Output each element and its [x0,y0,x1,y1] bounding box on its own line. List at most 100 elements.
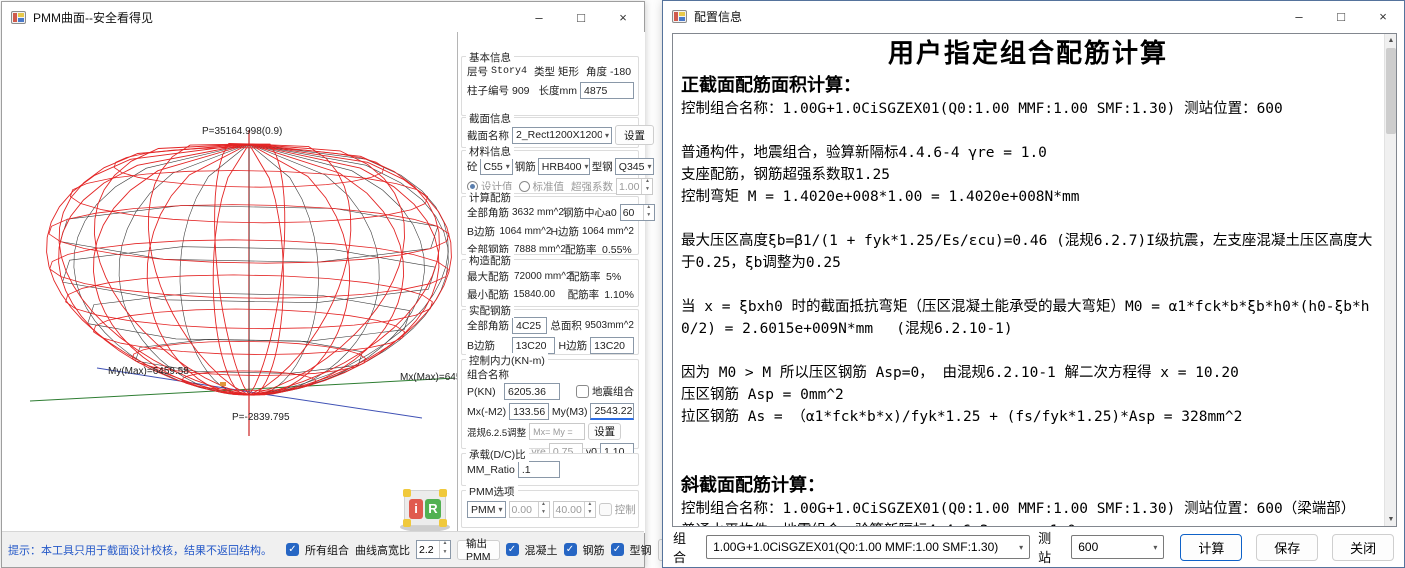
mm-ratio-label: MM_Ratio [467,464,515,476]
scroll-down-icon[interactable]: ▼ [1385,513,1397,526]
p-max-label: P=35164.998(0.9) [202,126,282,137]
p-kn-label: P(KN) [467,386,501,398]
calc-h-value: 1064 mm^2 [582,226,634,237]
concrete-checkbox[interactable]: ✓ [506,543,519,556]
shape-steel-combobox[interactable]: Q345▾ [615,158,655,175]
steel-checkbox[interactable]: ✓ [611,543,624,556]
total-area-label: 总面积 [550,318,582,333]
spinner-arrows-icon[interactable]: ▲▼ [643,205,654,220]
code-adjust-input[interactable]: Mx= My = [529,423,585,440]
report-line: 斜截面配筋计算： [681,472,1375,498]
group-title: 材料信息 [466,144,514,159]
vertical-scrollbar[interactable]: ▲ ▼ [1384,34,1396,526]
mx-input[interactable]: 133.56 [509,403,549,420]
concrete-combobox[interactable]: C55▾ [480,158,513,175]
seismic-combo-checkbox[interactable] [576,385,589,398]
total-area-value: 9503mm^2 [585,320,634,331]
code-adjust-label: 混规6.2.5调整 [467,425,526,439]
section-settings-button[interactable]: 设置 [615,125,654,145]
minimize-icon[interactable]: – [518,2,560,32]
actual-corner-input[interactable]: 4C25 [512,317,547,334]
chevron-down-icon: ▾ [584,162,588,171]
config-info-window: 配置信息 – □ × 用户指定组合配筋计算正截面配筋面积计算：控制组合名称：1.… [662,0,1405,568]
report-line: 因为 M0 > M 所以压区钢筋 Asp=0， 由混规6.2.10-1 解二次方… [681,362,1375,384]
min-rebar-value: 15840.00 [513,289,564,300]
aspect-ratio-label: 曲线高宽比 [355,542,410,558]
section-name-combobox[interactable]: 2_Rect1200X1200_C ▾ [512,127,612,144]
maximize-icon[interactable]: □ [560,2,602,32]
origin-marker [220,382,226,386]
report-line [681,120,1375,142]
report-text-area[interactable]: 用户指定组合配筋计算正截面配筋面积计算：控制组合名称：1.00G+1.0CiSG… [672,33,1397,527]
mm-ratio-input[interactable]: .1 [518,461,560,478]
actual-h-input[interactable]: 13C20 [590,337,634,354]
overstrength-spinner[interactable]: 1.00 ▲▼ [616,178,653,195]
p-kn-input[interactable]: 6205.36 [504,383,560,400]
minimize-icon[interactable]: – [1278,1,1320,31]
shape-steel-label: 型钢 [592,159,613,174]
calc-h-label: H边筋 [550,224,579,239]
concrete-label: 混凝土 [525,542,558,558]
column-id-value: 909 [512,85,530,97]
close-button[interactable]: 关闭 [1332,534,1394,561]
my-max-label: My(Max)=6459.58 [108,366,189,377]
rebar-center-spinner[interactable]: 60 ▲▼ [620,204,655,221]
angle-value: -180 [610,66,631,78]
report-line: 压区钢筋 Asp = 0mm^2 [681,384,1375,406]
right-title-bar[interactable]: 配置信息 – □ × [663,1,1404,31]
concrete-label: 砼 [467,159,478,174]
settings-panel: 基本信息 层号 Story4 类型 矩形 角度 -180 柱子编号 909 长度… [458,32,645,533]
maximize-icon[interactable]: □ [1320,1,1362,31]
scroll-up-icon[interactable]: ▲ [1385,34,1397,47]
report-line: 普通水平构件，地震组合，验算新隔标4.4.6-2 γre = 1.0 [681,520,1375,527]
story-value: Story4 [491,66,527,77]
mx-label: Mx(-M2) [467,406,506,418]
close-icon[interactable]: × [1362,1,1404,31]
save-button[interactable]: 保存 [1256,534,1318,561]
rebar-label: 钢筋 [583,542,605,558]
report-line [681,208,1375,230]
spinner-arrows-icon[interactable]: ▲▼ [538,502,549,517]
spinner-arrows-icon[interactable]: ▲▼ [584,502,595,517]
steel-label: 型钢 [630,542,652,558]
rebar-combobox[interactable]: HRB400▾ [538,158,590,175]
right-footer-bar: 组合 1.00G+1.0CiSGZEX01(Q0:1.00 MMF:1.00 S… [663,527,1404,567]
calculate-button[interactable]: 计算 [1180,534,1242,561]
all-combos-checkbox[interactable]: ✓ [286,543,299,556]
report-line: 控制组合名称：1.00G+1.0CiSGZEX01(Q0:1.00 MMF:1.… [681,98,1375,120]
rebar-checkbox[interactable]: ✓ [564,543,577,556]
my-input[interactable]: 2543.22 [590,403,634,420]
aspect-ratio-spinner[interactable]: 2.2 ▲▼ [416,540,451,559]
pmm-angle-spinner[interactable]: 0.00 ▲▼ [509,501,550,518]
actual-b-input[interactable]: 13C20 [512,337,556,354]
station-combobox[interactable]: 600 ▾ [1071,535,1164,559]
calc-b-label: B边筋 [467,224,496,239]
chevron-down-icon: ▾ [605,131,609,140]
left-status-bar: 提示：本工具只用于截面设计校核，结果不返回结构。 ✓ 所有组合 曲线高宽比 2.… [2,531,644,567]
group-title: PMM选项 [466,484,518,499]
left-title-bar[interactable]: PMM曲面--安全看得见 – □ × [2,2,644,32]
scrollbar-thumb[interactable] [1386,48,1396,134]
pmm-control-checkbox[interactable] [599,503,612,516]
p-min-label: P=-2839.795 [232,412,290,423]
spinner-arrows-icon[interactable]: ▲▼ [439,541,450,558]
section-name-label: 截面名称 [467,128,509,143]
group-title: 承载(D/C)比 [466,447,529,462]
min-ratio-value: 1.10% [604,289,634,301]
window-title: 配置信息 [694,8,742,25]
pmm-value-spinner[interactable]: 40.00 ▲▼ [553,501,596,518]
pmm-mode-combobox[interactable]: PMM▾ [467,501,506,518]
mx-axis [30,378,455,401]
length-input[interactable]: 4875 [580,82,634,99]
output-pmm-button[interactable]: 输出PMM [457,540,500,560]
group-title: 截面信息 [466,111,514,126]
group-title: 实配钢筋 [466,303,514,318]
adjust-settings-button[interactable]: 设置 [588,423,621,440]
standard-value-radio[interactable] [519,181,530,192]
spinner-arrows-icon[interactable]: ▲▼ [641,179,652,194]
actual-b-label: B边筋 [467,338,509,353]
combination-combobox[interactable]: 1.00G+1.0CiSGZEX01(Q0:1.00 MMF:1.00 SMF:… [706,535,1030,559]
story-label: 层号 [467,64,488,79]
pmm-surface-plot[interactable]: P=35164.998(0.9) P=-2839.795 Mx(Max)=645… [2,32,458,533]
close-icon[interactable]: × [602,2,644,32]
